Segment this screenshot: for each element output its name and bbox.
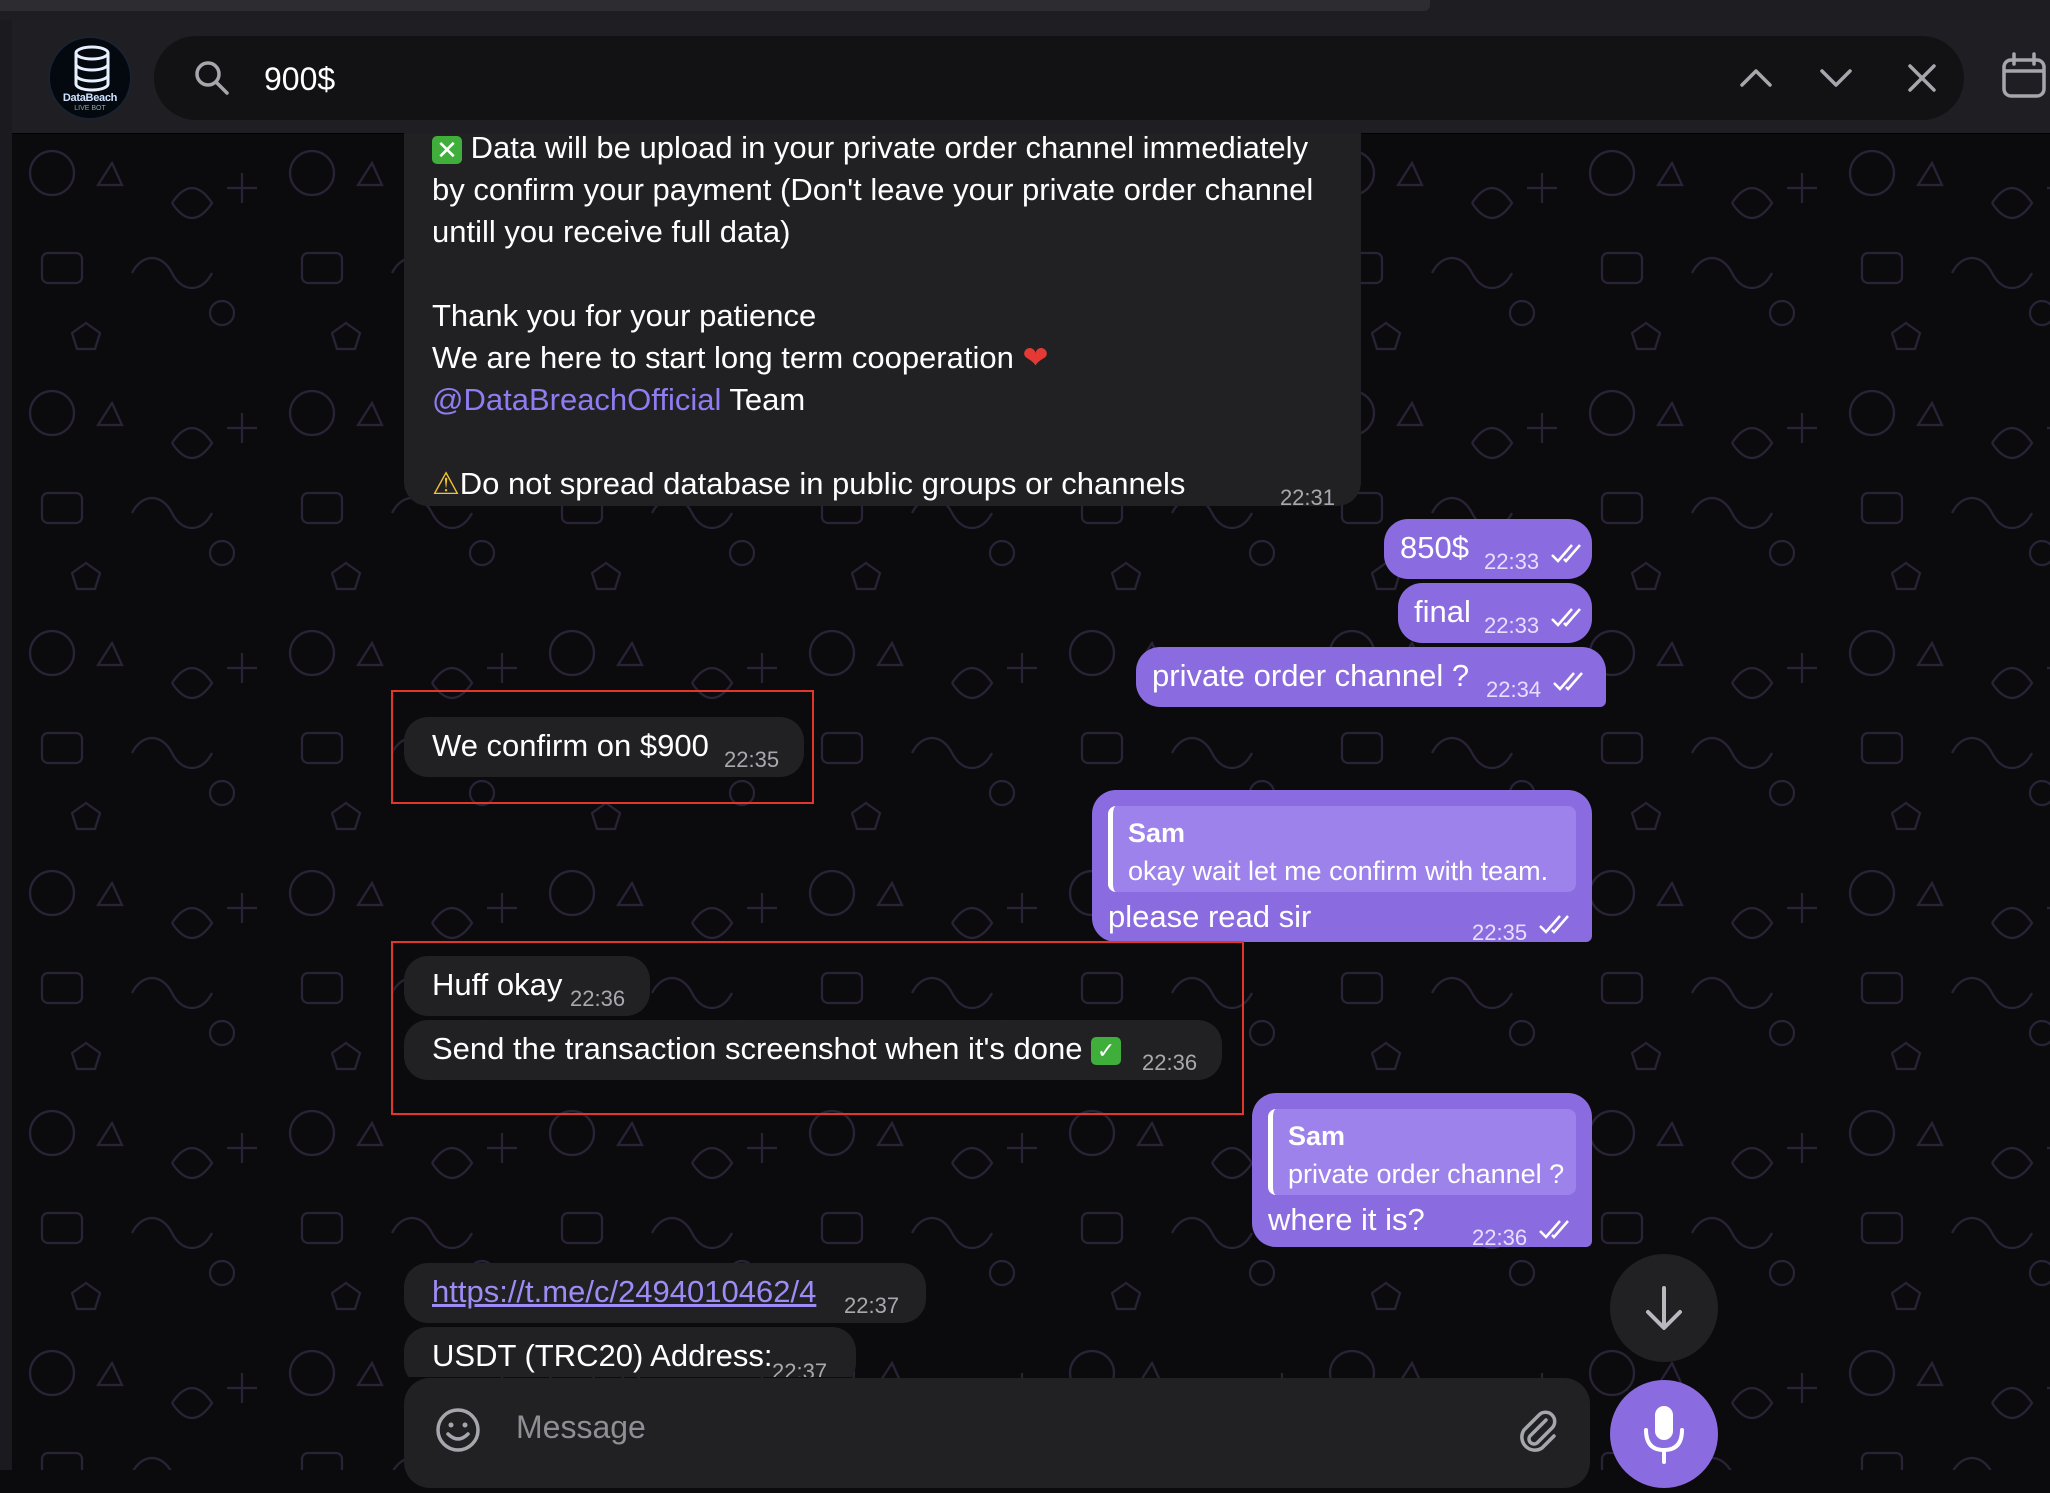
message-time: 22:33 xyxy=(1484,549,1540,574)
database-logo-icon xyxy=(74,45,110,92)
read-ticks-icon xyxy=(1539,1220,1569,1239)
reply-quote[interactable]: Sam okay wait let me confirm with team. xyxy=(1108,806,1576,892)
message-incoming[interactable]: Send the transaction screenshot when it'… xyxy=(404,1020,1222,1080)
message-time: 22:37 xyxy=(844,1293,900,1318)
chat-area[interactable]: ✕ Data will be upload in your private or… xyxy=(12,133,2050,1470)
calendar-icon[interactable] xyxy=(1998,50,2050,102)
avatar-brand: DataBeach xyxy=(62,92,118,104)
message-incoming[interactable]: USDT (TRC20) Address: 22:37 xyxy=(404,1327,856,1377)
reply-quote-text: private order channel ? xyxy=(1288,1159,1565,1189)
message-text: final xyxy=(1414,594,1471,629)
chevron-up-icon[interactable] xyxy=(1732,54,1780,102)
message-clip: USDT (TRC20) Address: 22:37 xyxy=(404,1327,856,1377)
message-text: Data will be upload in your private orde… xyxy=(470,133,1309,165)
message-time: 22:34 xyxy=(1486,677,1542,702)
avatar-subtitle: LIVE BOT xyxy=(74,105,106,112)
message-text: Do not spread database in public groups … xyxy=(459,466,1186,501)
emoji-icon[interactable] xyxy=(434,1406,482,1454)
microphone-icon xyxy=(1644,1406,1684,1464)
message-outgoing[interactable]: Sam okay wait let me confirm with team. … xyxy=(1092,790,1592,945)
voice-record-button[interactable] xyxy=(1610,1380,1718,1488)
message-time: 22:36 xyxy=(570,986,626,1011)
message-time: 22:35 xyxy=(1472,920,1528,945)
left-panel-edge xyxy=(0,20,12,1470)
message-time: 22:37 xyxy=(772,1359,828,1377)
search-input[interactable] xyxy=(262,36,1766,122)
message-time: 22:36 xyxy=(1472,1225,1528,1250)
message-incoming[interactable]: https://t.me/c/2494010462/4 22:37 xyxy=(404,1263,926,1323)
message-time: 22:36 xyxy=(1142,1050,1198,1075)
check-mark-icon: ✓ xyxy=(1091,1036,1122,1065)
message-outgoing[interactable]: Sam private order channel ? where it is?… xyxy=(1252,1093,1592,1250)
cross-mark-icon: ✕ xyxy=(432,135,462,164)
message-text: Team xyxy=(721,382,806,417)
message-time: 22:35 xyxy=(724,747,780,772)
warning-icon: ⚠ xyxy=(432,466,460,501)
message-text: Send the transaction screenshot when it'… xyxy=(432,1031,1083,1066)
scroll-down-button[interactable] xyxy=(1610,1254,1718,1362)
window-top-strip xyxy=(0,0,2050,20)
message-outgoing[interactable]: private order channel ? 22:34 xyxy=(1136,647,1606,707)
horizontal-scrollbar[interactable] xyxy=(0,0,1430,11)
read-ticks-icon xyxy=(1551,544,1581,563)
message-text: untill you receive full data) xyxy=(432,214,791,249)
message-outgoing[interactable]: 850$ 22:33 xyxy=(1384,519,1592,579)
message-text: where it is? xyxy=(1268,1202,1425,1237)
reply-quote-text: okay wait let me confirm with team. xyxy=(1128,856,1549,886)
chat-header: DataBeach LIVE BOT xyxy=(12,20,2050,134)
arrow-down-icon xyxy=(1646,1286,1682,1330)
read-ticks-icon xyxy=(1551,608,1581,627)
message-text: Thank you for your patience xyxy=(432,298,817,333)
message-time: 22:33 xyxy=(1484,613,1540,638)
message-time: 22:31 xyxy=(1279,485,1335,510)
message-incoming[interactable]: We confirm on $900 22:35 xyxy=(404,717,804,777)
heart-icon: ❤ xyxy=(1022,340,1049,375)
chevron-down-icon[interactable] xyxy=(1812,54,1860,102)
message-composer[interactable] xyxy=(404,1378,1590,1488)
avatar[interactable]: DataBeach LIVE BOT xyxy=(48,36,132,120)
reply-quote[interactable]: Sam private order channel ? xyxy=(1268,1109,1576,1195)
search-icon xyxy=(195,61,229,95)
message-incoming[interactable]: ✕ Data will be upload in your private or… xyxy=(404,133,1361,510)
message-text: private order channel ? xyxy=(1152,658,1470,693)
message-text: by confirm your payment (Don't leave you… xyxy=(432,172,1314,207)
read-ticks-icon xyxy=(1539,915,1569,934)
message-text: USDT (TRC20) Address: xyxy=(432,1338,773,1373)
message-text: We confirm on $900 xyxy=(432,728,709,763)
read-ticks-icon xyxy=(1553,672,1583,691)
message-link[interactable]: https://t.me/c/2494010462/4 xyxy=(432,1271,816,1313)
message-text: Huff okay xyxy=(432,967,563,1002)
close-icon[interactable] xyxy=(1898,54,1946,102)
message-input[interactable] xyxy=(514,1406,1418,1448)
message-text: please read sir xyxy=(1108,899,1312,934)
message-outgoing[interactable]: final 22:33 xyxy=(1398,583,1592,643)
message-text: We are here to start long term cooperati… xyxy=(432,340,1014,375)
search-bar[interactable] xyxy=(154,36,1964,122)
paperclip-icon[interactable] xyxy=(1514,1406,1562,1454)
message-text: 850$ xyxy=(1400,530,1469,565)
mention-link[interactable]: @DataBreachOfficial xyxy=(432,382,721,417)
reply-quote-name: Sam xyxy=(1128,818,1186,848)
message-incoming[interactable]: Huff okay 22:36 xyxy=(404,956,650,1016)
reply-quote-name: Sam xyxy=(1288,1121,1346,1151)
